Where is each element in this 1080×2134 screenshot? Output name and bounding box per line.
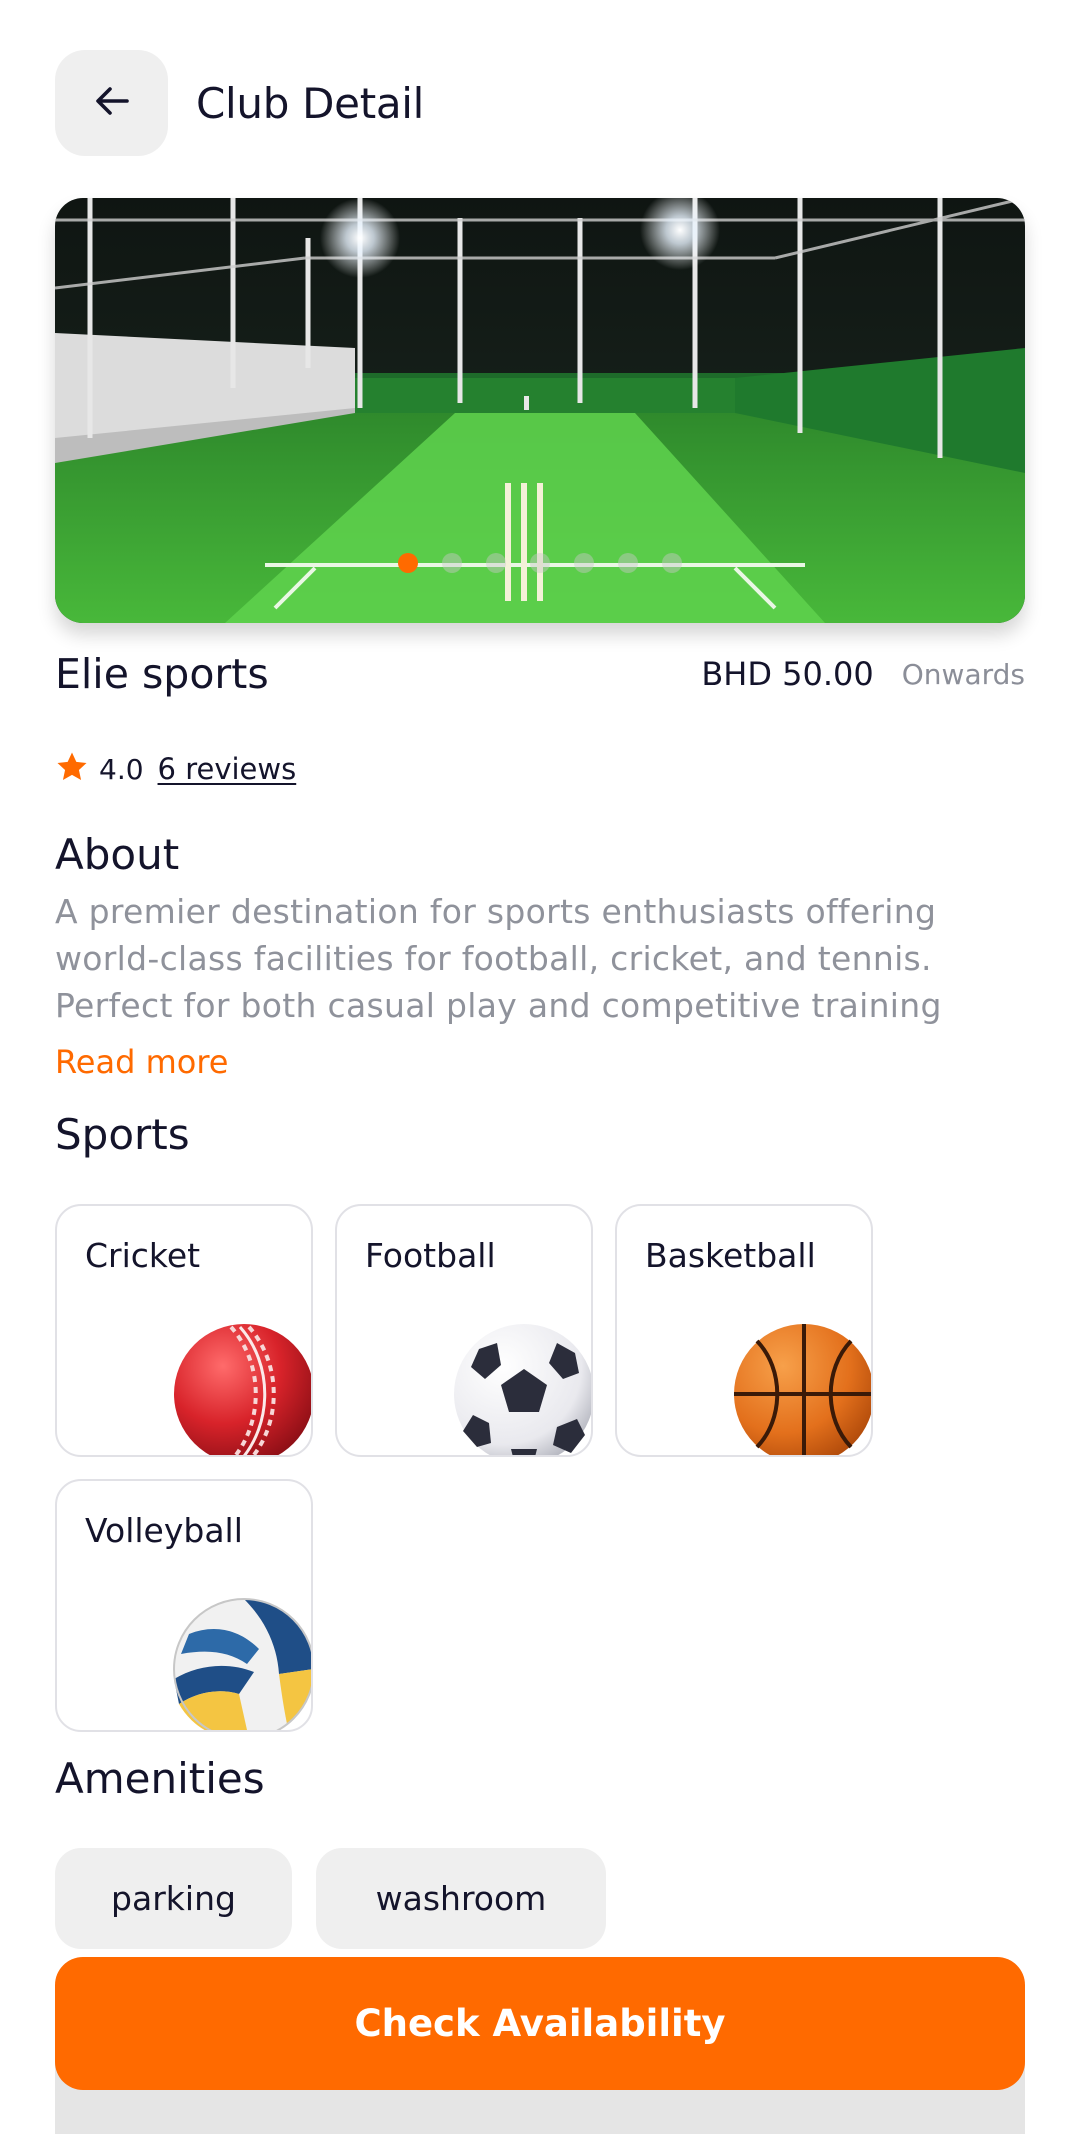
carousel-dot[interactable]: [398, 553, 418, 573]
amenities-heading: Amenities: [55, 1754, 265, 1803]
volleyball-icon: [173, 1598, 311, 1730]
cricket-ball-icon: [174, 1324, 311, 1455]
header: Club Detail: [55, 50, 424, 156]
back-button[interactable]: [55, 50, 168, 156]
club-name: Elie sports: [55, 650, 269, 698]
carousel-dot[interactable]: [662, 553, 682, 573]
arrow-left-icon: [95, 86, 129, 120]
carousel-dot[interactable]: [486, 553, 506, 573]
carousel-dot[interactable]: [618, 553, 638, 573]
rating-row: 4.0 6 reviews: [55, 750, 296, 788]
price-suffix: Onwards: [901, 657, 1025, 691]
club-info-row: Elie sports BHD 50.00 Onwards: [55, 650, 1025, 698]
carousel-dot[interactable]: [574, 553, 594, 573]
carousel-dot[interactable]: [530, 553, 550, 573]
club-price: BHD 50.00: [701, 655, 874, 693]
basketball-icon: [734, 1324, 871, 1455]
amenity-chip-washroom: washroom: [316, 1848, 606, 1949]
sports-heading: Sports: [55, 1110, 190, 1159]
page-title: Club Detail: [196, 78, 425, 128]
carousel-indicators: [55, 553, 1025, 573]
club-image-carousel[interactable]: [55, 198, 1025, 623]
rating-value: 4.0: [99, 752, 144, 786]
sport-label: Volleyball: [85, 1511, 243, 1550]
sport-label: Football: [365, 1236, 496, 1275]
sport-card-football[interactable]: Football: [335, 1204, 593, 1457]
sport-card-basketball[interactable]: Basketball: [615, 1204, 873, 1457]
sport-card-cricket[interactable]: Cricket: [55, 1204, 313, 1457]
sport-label: Cricket: [85, 1236, 201, 1275]
star-icon: [55, 750, 89, 788]
sport-card-volleyball[interactable]: Volleyball: [55, 1479, 313, 1732]
amenity-chip-parking: parking: [55, 1848, 292, 1949]
about-heading: About: [55, 830, 180, 879]
about-text: A premier destination for sports enthusi…: [55, 892, 942, 1025]
sport-label: Basketball: [645, 1236, 816, 1275]
check-availability-button[interactable]: Check Availability: [55, 1957, 1025, 2090]
reviews-link[interactable]: 6 reviews: [158, 752, 297, 786]
carousel-dot[interactable]: [442, 553, 462, 573]
read-more-link[interactable]: Read more: [55, 1043, 228, 1081]
football-icon: [454, 1324, 591, 1455]
